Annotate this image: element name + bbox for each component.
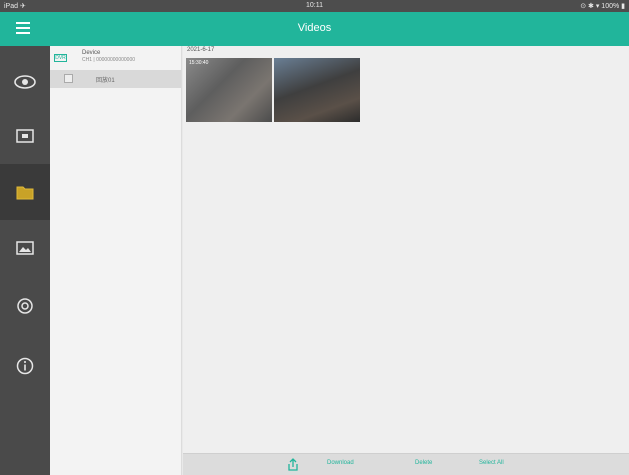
video-list: 2021-6-17 15:30:40 <box>183 46 629 453</box>
thumbnail-time: 15:30:40 <box>189 60 209 66</box>
delete-button[interactable]: Delete <box>415 460 432 466</box>
channel-label: 回放01 <box>96 78 115 84</box>
monitor-icon <box>16 129 34 143</box>
eye-icon <box>14 75 36 89</box>
nav-settings[interactable] <box>0 278 50 334</box>
sidebar <box>0 46 50 475</box>
page-title: Videos <box>297 22 332 34</box>
select-all-button[interactable]: Select All <box>479 460 504 466</box>
download-button[interactable]: Download <box>327 460 354 466</box>
device-panel: DVR Device CH1 | 00000000000000 回放01 <box>50 46 182 475</box>
image-icon <box>16 241 34 255</box>
device-row[interactable]: DVR Device CH1 | 00000000000000 <box>50 48 181 68</box>
gear-icon <box>17 298 33 314</box>
video-thumbnail[interactable] <box>274 58 360 122</box>
nav-about[interactable] <box>0 338 50 394</box>
channel-checkbox[interactable] <box>64 74 73 83</box>
video-thumbnail[interactable]: 15:30:40 <box>186 58 272 122</box>
info-icon <box>16 357 34 375</box>
status-right: ⊙ ✱ ▾ 100% ▮ <box>580 3 625 10</box>
nav-live-view[interactable] <box>0 54 50 110</box>
device-tag: DVR <box>54 54 67 62</box>
nav-files[interactable] <box>0 164 50 220</box>
nav-playback[interactable] <box>0 108 50 164</box>
bottom-toolbar: Download Delete Select All <box>183 453 629 475</box>
folder-icon <box>16 186 34 200</box>
date-label: 2021-6-17 <box>187 47 215 53</box>
device-name: Device <box>82 50 101 56</box>
status-time: 10:11 <box>306 2 323 9</box>
title-bar: Videos <box>0 12 629 46</box>
device-subtitle: CH1 | 00000000000000 <box>82 57 136 63</box>
nav-pictures[interactable] <box>0 220 50 276</box>
status-bar: iPad ✈ 10:11 ⊙ ✱ ▾ 100% ▮ <box>0 0 629 12</box>
channel-row[interactable]: 回放01 <box>50 70 181 88</box>
share-icon[interactable] <box>286 458 300 472</box>
